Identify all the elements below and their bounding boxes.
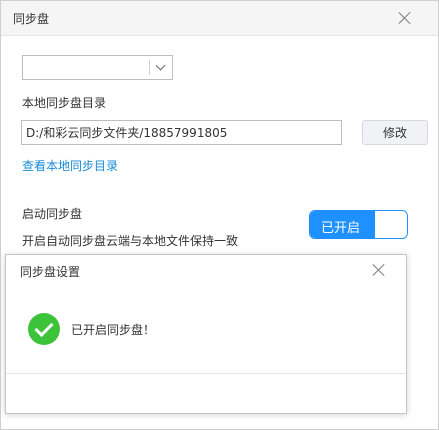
title-bar: 同步盘: [1, 1, 438, 36]
chevron-down-icon: [155, 60, 166, 71]
view-local-dir-link[interactable]: 查看本地同步目录: [22, 157, 118, 174]
check-circle-icon: [28, 313, 60, 345]
dialog-divider: [6, 373, 406, 374]
dialog-message: 已开启同步盘！: [71, 323, 156, 337]
dialog-title: 同步盘设置: [20, 265, 81, 279]
enable-sync-label: 启动同步盘: [22, 207, 83, 221]
window-title: 同步盘: [13, 12, 50, 26]
account-select[interactable]: [22, 55, 173, 80]
local-dir-label: 本地同步盘目录: [22, 96, 107, 110]
select-divider: [149, 60, 150, 75]
close-icon[interactable]: [372, 263, 386, 277]
local-dir-input[interactable]: [21, 120, 342, 145]
modify-button[interactable]: 修改: [362, 120, 428, 145]
dialog-title-bar: 同步盘设置: [6, 255, 406, 285]
enable-sync-description: 开启自动同步盘云端与本地文件保持一致: [22, 234, 239, 248]
toggle-label: 已开启: [321, 221, 361, 236]
toggle-knob: [376, 211, 407, 238]
sync-settings-dialog: 同步盘设置 已开启同步盘！: [5, 254, 407, 414]
sync-toggle[interactable]: 已开启: [309, 210, 408, 239]
close-icon[interactable]: [398, 11, 412, 25]
